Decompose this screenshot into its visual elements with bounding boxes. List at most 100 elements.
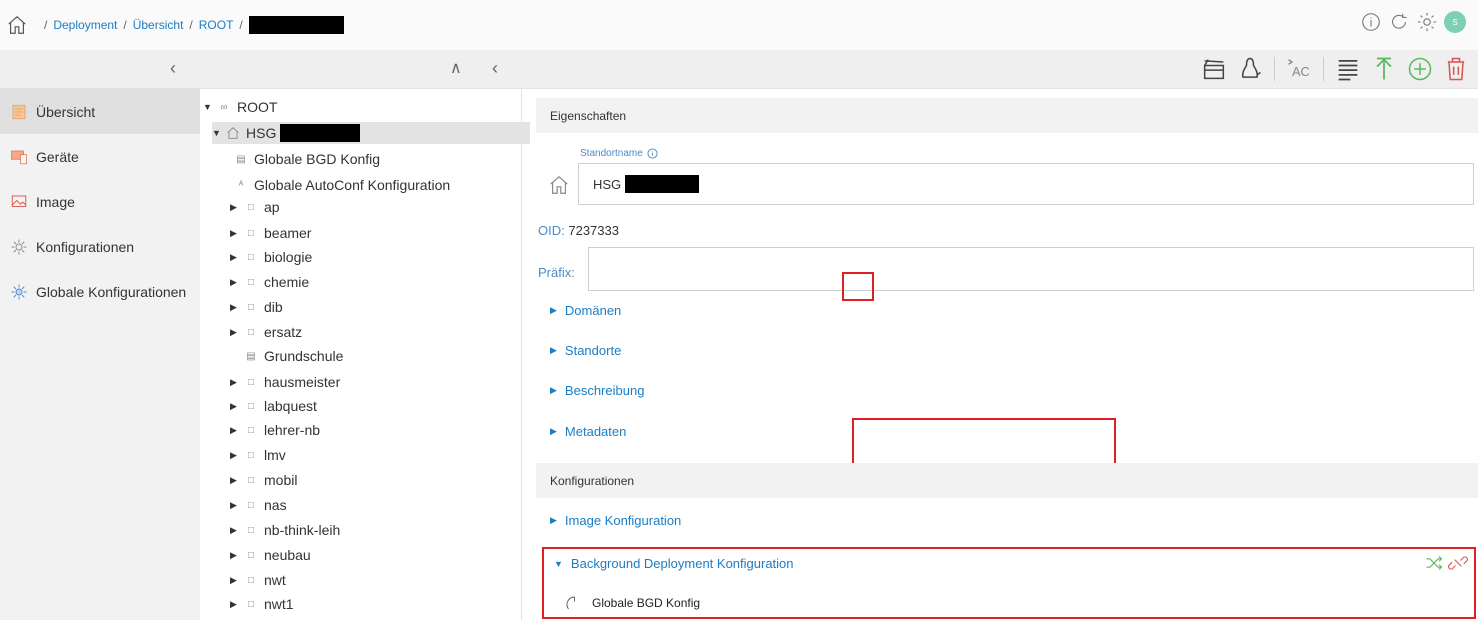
expand-caret-icon: ▶ xyxy=(550,345,557,355)
redacted-site-name xyxy=(280,124,361,142)
breadcrumb-separator: / xyxy=(239,18,243,32)
sidebar-item-image[interactable]: Image xyxy=(0,179,200,224)
tree-node-autoconf[interactable]: ᴬ Globale AutoConf Konfiguration xyxy=(230,174,450,196)
device-group-icon: □ xyxy=(247,227,255,239)
global-config-icon xyxy=(11,284,27,299)
delete-trash-icon[interactable] xyxy=(1442,55,1470,83)
expand-caret-icon[interactable]: ▶ xyxy=(230,228,240,239)
breadcrumb-deployment[interactable]: Deployment xyxy=(53,18,117,32)
tree-node-group[interactable]: ▶ □ lmv xyxy=(230,444,286,466)
breadcrumb-root[interactable]: ROOT xyxy=(199,18,234,32)
clapperboard-icon[interactable] xyxy=(1200,55,1228,83)
tree-node-label: nwt1 xyxy=(264,596,294,612)
home-icon xyxy=(550,175,568,194)
tree-node-group[interactable]: ▶ □ nwt xyxy=(230,569,286,591)
upload-arrow-icon[interactable] xyxy=(1370,55,1398,83)
shuffle-icon[interactable] xyxy=(1424,553,1444,573)
sidebar-item-overview[interactable]: Übersicht xyxy=(0,89,200,134)
expand-caret-icon[interactable]: ▶ xyxy=(230,277,240,288)
settings-gear-icon[interactable] xyxy=(1416,11,1438,33)
bgd-config-expander[interactable]: ▼ Background Deployment Konfiguration xyxy=(554,556,794,571)
chevron-up-icon[interactable]: ∧ xyxy=(450,58,462,78)
tree-node-group[interactable]: ▶ □ hausmeister xyxy=(230,371,340,393)
home-icon[interactable] xyxy=(6,14,28,36)
sidebar-item-label: Image xyxy=(36,193,75,210)
info-icon[interactable] xyxy=(1360,11,1382,33)
top-bar: / Deployment / Übersicht / ROOT / S xyxy=(0,0,1478,50)
expand-caret-icon[interactable]: ▶ xyxy=(230,425,240,436)
expand-caret-icon[interactable]: ▶ xyxy=(230,401,240,412)
site-name-field[interactable]: HSG xyxy=(578,163,1474,205)
tree-node-label: neubau xyxy=(264,547,311,563)
collapse-sidebar-icon[interactable]: ‹ xyxy=(170,58,176,79)
redacted-site-name xyxy=(625,175,700,193)
tree-node-root[interactable]: ▼ ∞ ROOT xyxy=(203,96,277,118)
sidebar-item-global-configurations[interactable]: Globale Konfigurationen xyxy=(0,269,200,314)
expand-caret-icon[interactable]: ▶ xyxy=(230,302,240,313)
expand-caret-icon[interactable]: ▶ xyxy=(230,500,240,511)
tree-node-group[interactable]: ▶ □ labquest xyxy=(230,395,317,417)
tree-node-bgd-config[interactable]: ▤ Globale BGD Konfig xyxy=(230,148,380,170)
sidebar-item-configurations[interactable]: Konfigurationen xyxy=(0,224,200,269)
tree-node-group[interactable]: ▶ □ ap xyxy=(230,196,280,218)
expand-caret-icon[interactable]: ▶ xyxy=(230,599,240,610)
tree-node-school[interactable]: ▤ Grundschule xyxy=(240,345,343,367)
locations-expander[interactable]: ▶ Standorte xyxy=(550,343,621,358)
expand-caret-icon[interactable]: ▶ xyxy=(230,252,240,263)
tree-node-group[interactable]: ▶ □ biologie xyxy=(230,246,312,268)
description-expander[interactable]: ▶ Beschreibung xyxy=(550,383,644,398)
tree-node-group[interactable]: ▶ □ beamer xyxy=(230,222,311,244)
tree-node-group[interactable]: ▶ □ mobil xyxy=(230,469,297,491)
tree-node-group[interactable]: ▶ □ ersatz xyxy=(230,321,302,343)
detail-panel: Eigenschaften Standortname HSG OID: 7237… xyxy=(522,89,1478,620)
tree-node-label: Grundschule xyxy=(264,348,344,364)
tree-node-label: lmv xyxy=(264,447,286,463)
redacted-breadcrumb xyxy=(248,16,344,34)
expand-caret-icon[interactable]: ▼ xyxy=(203,102,213,112)
tree-node-label: mobil xyxy=(264,472,298,488)
tree-node-label: nas xyxy=(264,497,287,513)
bgd-config-section: ▼ Background Deployment Konfiguration Gl… xyxy=(542,547,1476,619)
image-config-expander[interactable]: ▶ Image Konfiguration xyxy=(550,513,681,528)
list-details-icon[interactable] xyxy=(1334,55,1362,83)
tree-node-group[interactable]: ▶ □ lehrer-nb xyxy=(230,419,320,441)
expand-caret-icon[interactable]: ▶ xyxy=(230,475,240,486)
device-group-icon: □ xyxy=(247,424,255,436)
expand-caret-icon[interactable]: ▶ xyxy=(230,377,240,388)
tree-node-label: nb-think-leih xyxy=(264,522,341,538)
tree-node-group[interactable]: ▶ □ neubau xyxy=(230,544,311,566)
info-icon[interactable] xyxy=(647,148,658,159)
metadata-expander[interactable]: ▶ Metadaten xyxy=(550,424,626,439)
expand-caret-icon[interactable]: ▶ xyxy=(230,450,240,461)
expand-caret-icon[interactable]: ▶ xyxy=(230,525,240,536)
bgd-config-item[interactable]: Globale BGD Konfig xyxy=(564,593,700,613)
expand-caret-icon[interactable]: ▶ xyxy=(230,550,240,561)
add-circle-icon[interactable] xyxy=(1406,55,1434,83)
tree-node-group[interactable]: ▶ □ nb-think-leih xyxy=(230,519,340,541)
site-name-value: HSG xyxy=(593,176,622,192)
tree-node-label: biologie xyxy=(264,249,313,265)
tree-node-site[interactable]: ▼ HSG xyxy=(212,122,530,144)
device-group-icon: □ xyxy=(247,524,255,536)
domains-expander[interactable]: ▶ Domänen xyxy=(550,303,621,318)
linux-penguin-icon[interactable] xyxy=(1236,55,1264,83)
autoconf-icon[interactable]: AC xyxy=(1285,55,1313,83)
expand-caret-icon[interactable]: ▶ xyxy=(230,327,240,338)
expand-caret-icon[interactable]: ▶ xyxy=(230,202,240,213)
tree-node-group[interactable]: ▶ □ nas xyxy=(230,494,287,516)
tree-node-group[interactable]: ▶ □ dib xyxy=(230,296,283,318)
tree-node-group[interactable]: ▶ □ nwt1 xyxy=(230,593,294,615)
config-gear-icon xyxy=(11,239,27,254)
user-avatar[interactable]: S xyxy=(1444,11,1466,33)
unlink-icon[interactable] xyxy=(1448,553,1468,573)
sidebar-item-devices[interactable]: Geräte xyxy=(0,134,200,179)
prefix-input[interactable] xyxy=(588,247,1474,291)
collapse-tree-icon[interactable]: ‹ xyxy=(492,58,498,79)
breadcrumb-overview[interactable]: Übersicht xyxy=(133,18,184,32)
device-group-icon: □ xyxy=(247,598,255,610)
expand-caret-icon[interactable]: ▼ xyxy=(212,128,222,138)
tree-node-group[interactable]: ▶ □ chemie xyxy=(230,271,309,293)
autoconf-icon: ᴬ xyxy=(238,179,244,191)
expand-caret-icon[interactable]: ▶ xyxy=(230,575,240,586)
refresh-icon[interactable] xyxy=(1388,11,1410,33)
